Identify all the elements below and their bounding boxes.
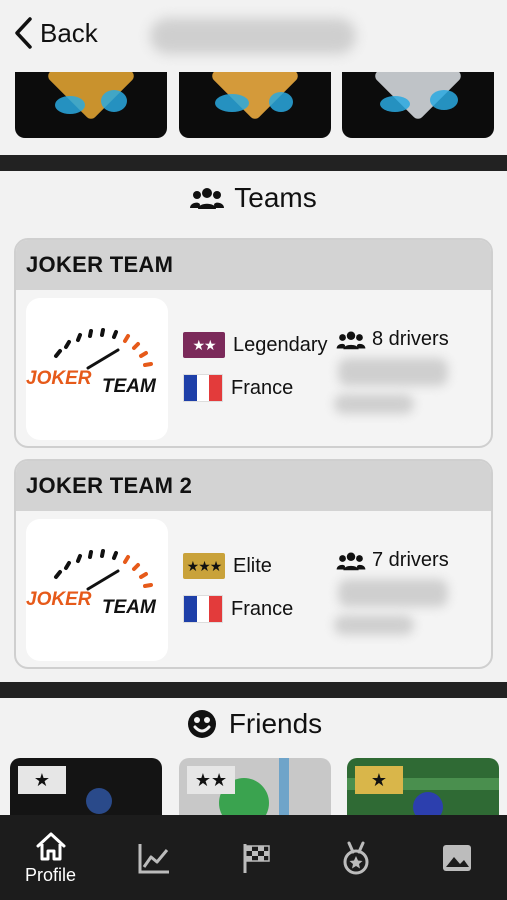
tab-gallery[interactable] [406, 815, 507, 900]
logo-text-team: TEAM [102, 376, 157, 397]
team-level: Legendary [233, 333, 328, 356]
medal-icon [343, 841, 368, 874]
team-level: Elite [233, 554, 272, 577]
level-stars-badge: ★★ [183, 332, 225, 358]
blurred-driver-name [150, 18, 356, 54]
team-card[interactable]: JOKER TEAM JOKER TEAM ★★ Legendary Franc… [14, 238, 493, 448]
chevron-left-icon [15, 17, 32, 49]
friend-star-chip: ★ [355, 766, 403, 794]
splash [215, 94, 249, 112]
teams-section-title: Teams [0, 182, 507, 214]
team-drivers: 7 drivers [336, 549, 449, 572]
back-label: Back [40, 17, 98, 48]
team-country-row: France [183, 595, 293, 623]
team-country-row: France [183, 374, 293, 402]
team-name: JOKER TEAM [16, 240, 491, 290]
logo-text-joker: JOKER [26, 589, 92, 610]
tab-races[interactable] [205, 815, 306, 900]
friend-star-chip: ★★ [187, 766, 235, 794]
tab-achievements[interactable] [305, 815, 406, 900]
badges-strip [0, 72, 507, 140]
chart-icon [138, 843, 169, 873]
blurred-info [338, 579, 448, 607]
photo-detail [279, 758, 289, 818]
badge-card[interactable] [179, 72, 331, 138]
teams-title-label: Teams [234, 182, 317, 213]
drivers-count: 8 drivers [372, 328, 449, 350]
blurred-info [338, 358, 448, 386]
friend-card[interactable]: ★ [10, 758, 162, 818]
tab-profile-label: Profile [24, 865, 77, 885]
team-name: JOKER TEAM 2 [16, 461, 491, 511]
friends-strip: ★ ★★ ★ [0, 758, 507, 818]
friend-card[interactable]: ★★ [179, 758, 331, 818]
image-icon [442, 844, 471, 871]
team-drivers: 8 drivers [336, 328, 449, 351]
back-button[interactable]: Back [12, 16, 98, 50]
team-card[interactable]: JOKER TEAM 2 JOKER TEAM ★★★ Elite France… [14, 459, 493, 669]
france-flag-icon [183, 374, 223, 402]
team-level-row: ★★ Legendary [183, 332, 328, 358]
blurred-info [334, 615, 414, 635]
group-icon [336, 552, 366, 570]
level-stars-badge: ★★★ [183, 553, 225, 579]
team-country: France [231, 597, 294, 620]
splash [101, 90, 127, 112]
team-level-row: ★★★ Elite [183, 553, 272, 579]
logo-text-team: TEAM [102, 597, 157, 618]
header: Back [0, 0, 507, 72]
home-icon [36, 832, 65, 861]
splash [430, 90, 458, 110]
splash [380, 96, 410, 112]
team-logo: JOKER TEAM [26, 298, 168, 440]
france-flag-icon [183, 595, 223, 623]
section-divider [0, 682, 507, 698]
bottom-tab-bar: Profile [0, 815, 507, 900]
section-divider [0, 155, 507, 171]
tab-profile[interactable]: Profile [0, 815, 101, 900]
team-country: France [231, 376, 294, 399]
blurred-info [334, 394, 414, 414]
smiley-icon [187, 710, 216, 738]
splash [55, 96, 85, 114]
checkered-flag-icon [243, 843, 270, 873]
splash [269, 92, 293, 112]
tab-stats[interactable] [103, 815, 204, 900]
friend-card[interactable]: ★ [347, 758, 499, 818]
friends-section-title: Friends [0, 708, 507, 740]
badge-card[interactable] [342, 72, 494, 138]
team-logo: JOKER TEAM [26, 519, 168, 661]
drivers-count: 7 drivers [372, 549, 449, 571]
friends-title-label: Friends [228, 708, 323, 739]
friend-star-chip: ★ [18, 766, 66, 794]
group-icon [336, 331, 366, 349]
badge-card[interactable] [15, 72, 167, 138]
group-icon [190, 188, 225, 209]
logo-text-joker: JOKER [26, 368, 92, 389]
friend-photo [86, 788, 112, 814]
